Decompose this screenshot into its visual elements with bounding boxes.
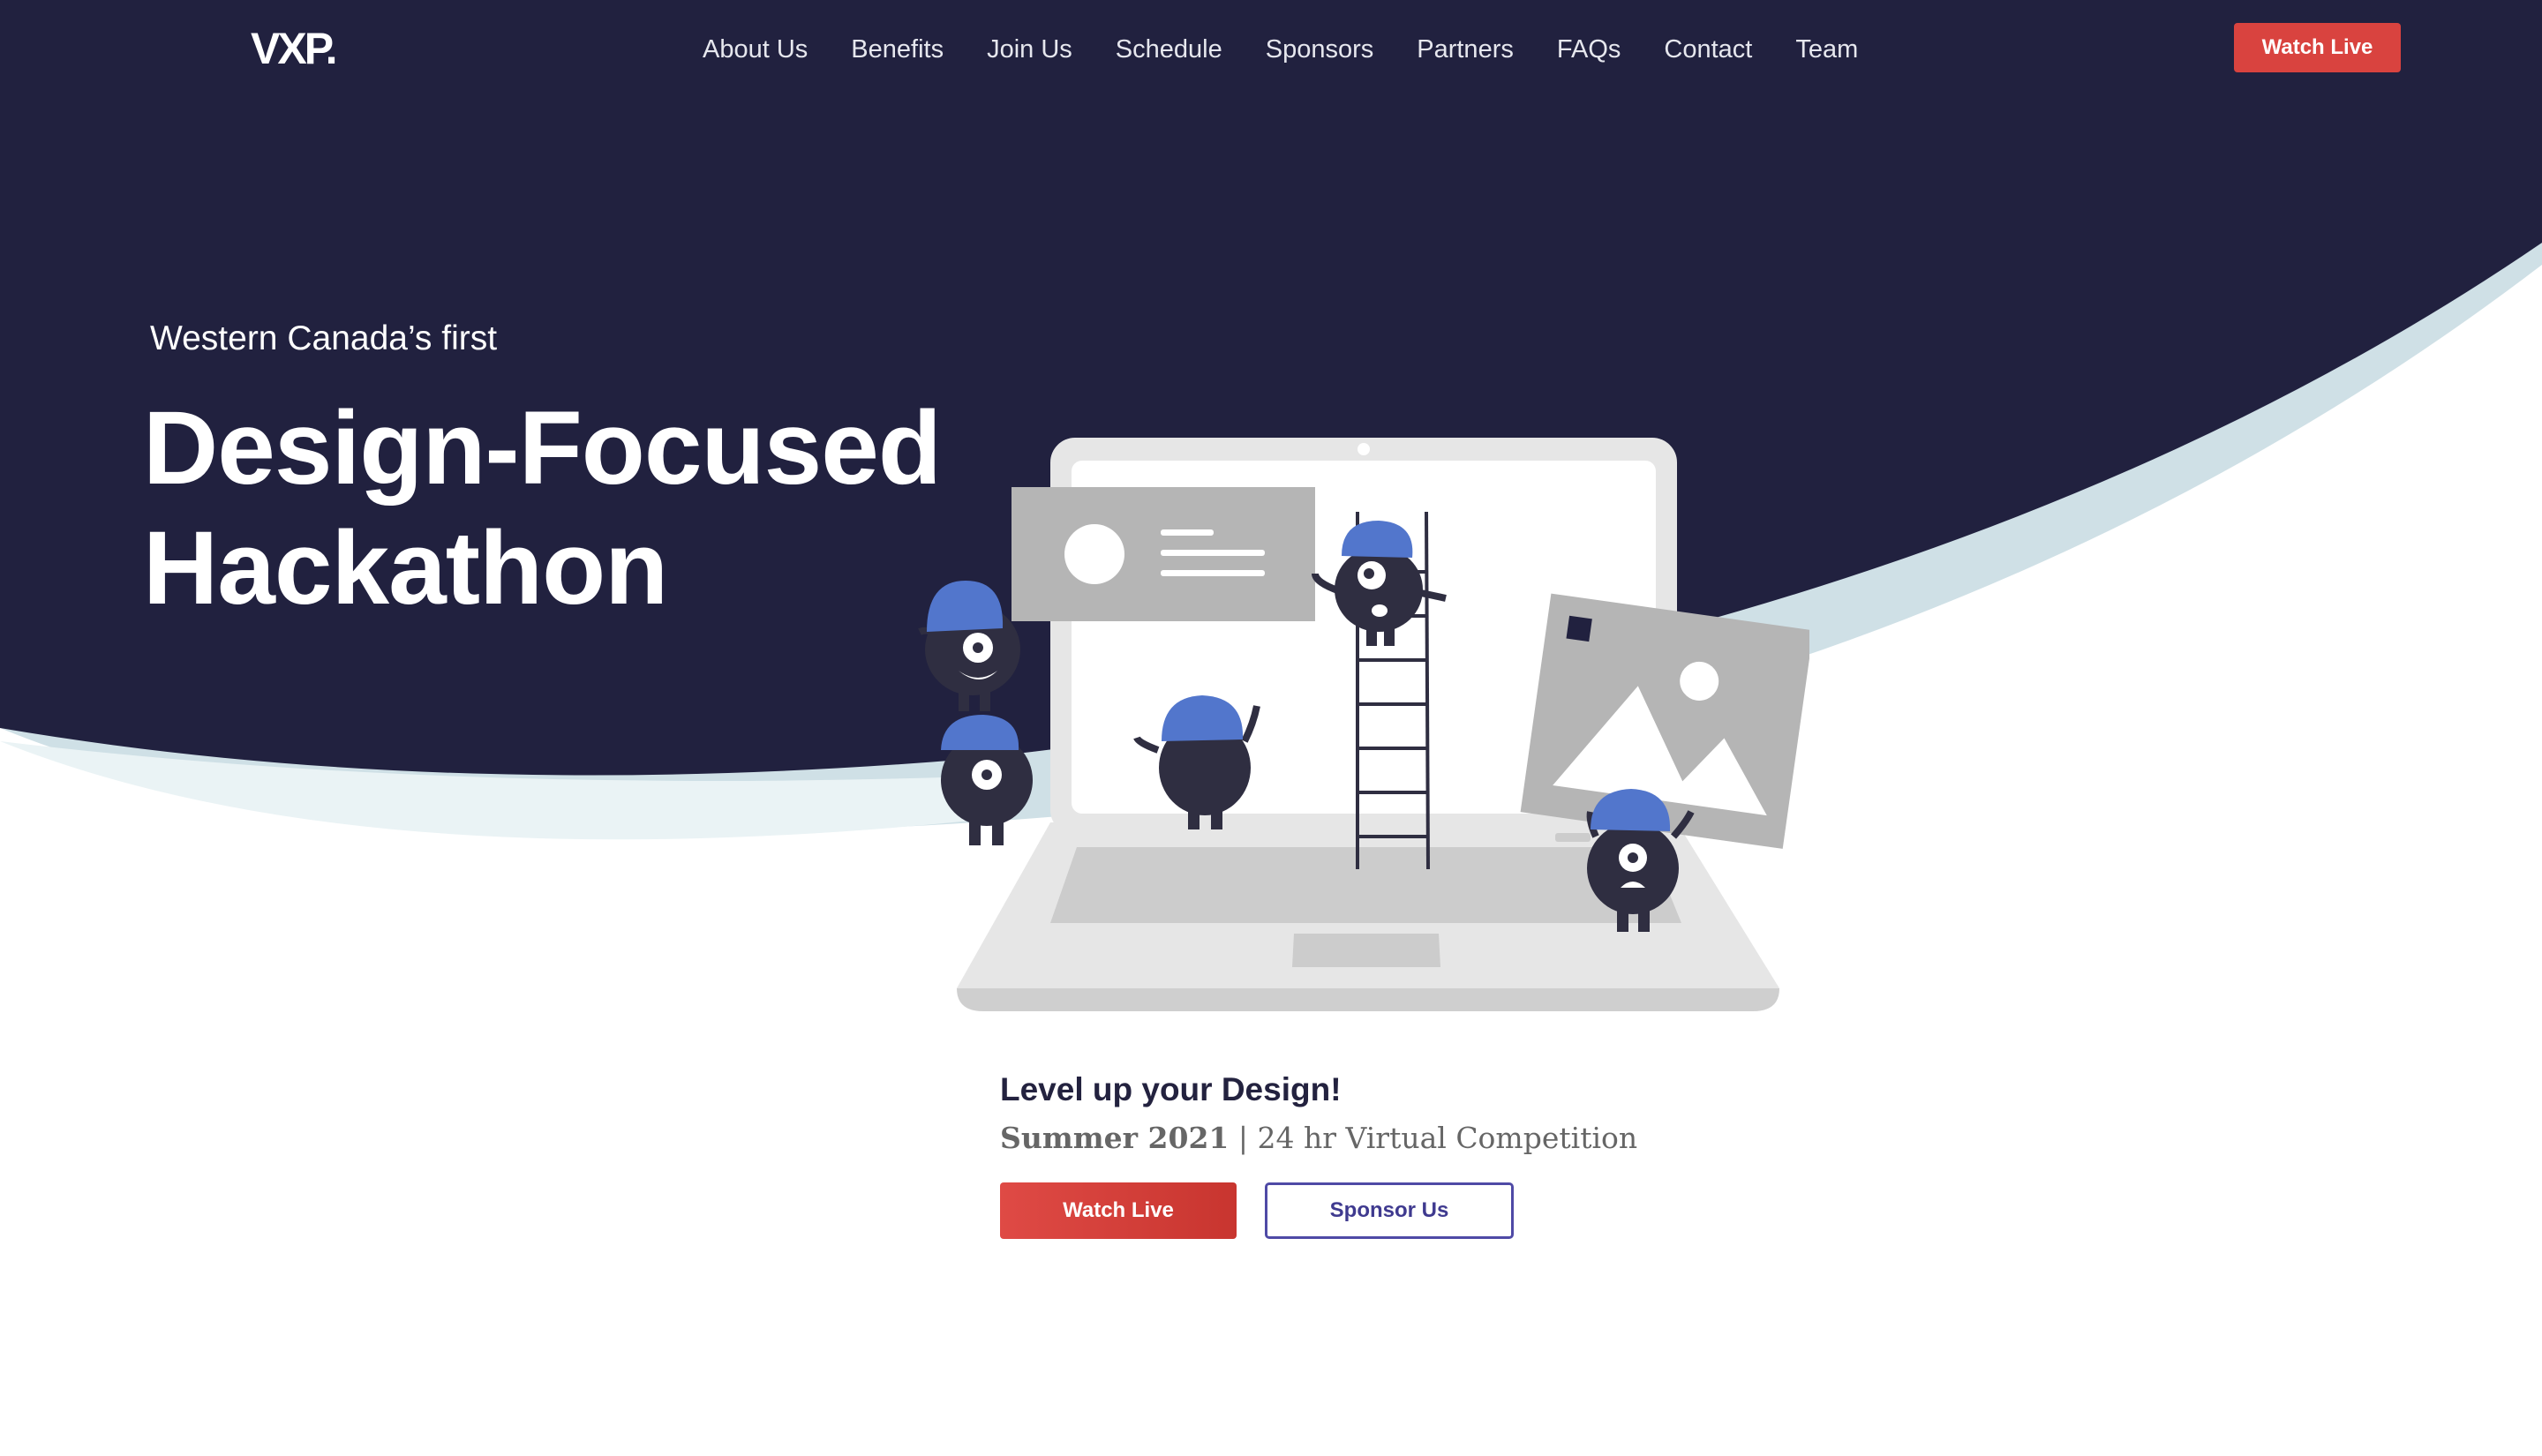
sponsor-us-button[interactable]: Sponsor Us [1265, 1182, 1514, 1239]
main-nav: About Us Benefits Join Us Schedule Spons… [703, 32, 1858, 67]
event-format: 24 hr Virtual Competition [1257, 1121, 1638, 1155]
logo[interactable]: VXP. [251, 23, 337, 74]
event-separator: | [1229, 1121, 1258, 1155]
hero-title-line-1: Design-Focused [143, 390, 942, 507]
hero-title-line-2: Hackathon [143, 510, 668, 627]
nav-partners[interactable]: Partners [1417, 35, 1514, 64]
nav-contact[interactable]: Contact [1664, 35, 1752, 64]
nav-join-us[interactable]: Join Us [987, 35, 1072, 64]
profile-card-graphic [1012, 487, 1315, 621]
nav-team[interactable]: Team [1795, 35, 1858, 64]
watch-live-button[interactable]: Watch Live [1000, 1182, 1237, 1239]
hero-subtitle: Western Canada’s first [150, 319, 498, 357]
event-season: Summer 2021 [1000, 1121, 1230, 1155]
nav-about-us[interactable]: About Us [703, 35, 808, 64]
event-info: Summer 2021 | 24 hr Virtual Competition [1000, 1121, 1637, 1155]
hero-title: Design-Focused Hackathon [143, 388, 942, 628]
tagline: Level up your Design! [1000, 1071, 1342, 1107]
hero-illustration [918, 438, 1809, 1011]
nav-faqs[interactable]: FAQs [1557, 35, 1621, 64]
character-stack-bottom [941, 715, 1033, 845]
nav-benefits[interactable]: Benefits [851, 35, 944, 64]
nav-schedule[interactable]: Schedule [1116, 35, 1222, 64]
nav-sponsors[interactable]: Sponsors [1266, 35, 1374, 64]
header-watch-live-button[interactable]: Watch Live [2234, 23, 2401, 72]
character-stack-top [918, 581, 1020, 711]
